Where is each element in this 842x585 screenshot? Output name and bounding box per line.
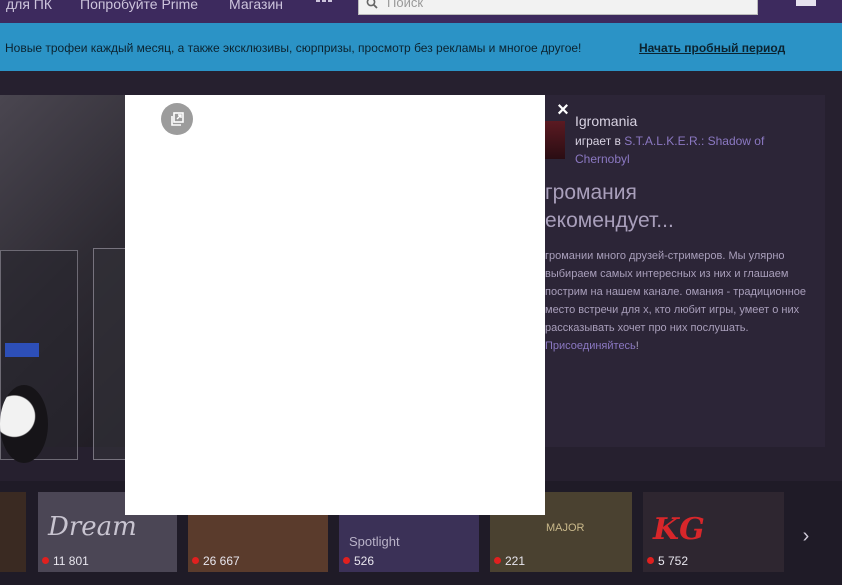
more-dots-icon[interactable] <box>316 0 332 2</box>
promo-text: Новые трофеи каждый месяц, а также экскл… <box>5 41 582 55</box>
start-trial-link[interactable]: Начать пробный период <box>639 41 785 55</box>
recommend-title: громания екомендует... <box>545 179 745 235</box>
live-dot-icon <box>42 557 49 564</box>
live-dot-icon <box>192 557 199 564</box>
join-link[interactable]: Присоединяйтесь <box>545 340 636 352</box>
thumbnail-caption: MAJOR <box>546 522 585 534</box>
video-character-graphic <box>0 385 48 463</box>
viewer-count: 5 752 <box>647 554 688 568</box>
video-frame-graphic <box>5 343 39 357</box>
search-input[interactable] <box>387 0 747 14</box>
playing-line: играет в S.T.A.L.K.E.R.: Shadow of Chern… <box>575 132 785 168</box>
popout-icon <box>171 112 184 126</box>
thumbnail-caption: KG <box>653 512 705 547</box>
channel-info-panel: Igromania играет в S.T.A.L.K.E.R.: Shado… <box>545 95 825 447</box>
live-dot-icon <box>343 557 350 564</box>
search-box <box>358 0 758 15</box>
top-navigation: для ПК Попробуйте Prime Магазин <box>0 0 842 23</box>
join-suffix: ! <box>635 340 639 352</box>
recommend-title-line: екомендует... <box>545 209 674 232</box>
playing-prefix: играет в <box>575 134 625 148</box>
nav-item-prime[interactable]: Попробуйте Prime <box>80 0 198 14</box>
nav-item-pc[interactable]: для ПК <box>6 0 52 14</box>
thumbnail-caption: Spotlight <box>349 534 400 549</box>
recommend-title-line: громания <box>545 181 637 204</box>
thumbnail-partial[interactable] <box>0 492 26 572</box>
viewer-count: 221 <box>494 554 525 568</box>
channel-thumbnail[interactable]: KG 5 752 <box>643 492 784 572</box>
video-modal <box>125 95 545 515</box>
popout-button[interactable] <box>161 103 193 135</box>
recommend-body-text: громании много друзей-стримеров. Мы уляр… <box>545 250 807 334</box>
recommend-description: громании много друзей-стримеров. Мы уляр… <box>545 247 810 355</box>
next-arrow-icon[interactable]: › <box>796 525 816 549</box>
viewer-count: 526 <box>343 554 374 568</box>
viewer-count: 11 801 <box>42 554 89 568</box>
search-icon <box>366 0 378 9</box>
live-dot-icon <box>647 557 654 564</box>
prime-promo-bar: Новые трофеи каждый месяц, а также экскл… <box>0 23 842 71</box>
nav-item-store[interactable]: Магазин <box>229 0 283 14</box>
channel-avatar[interactable] <box>545 121 565 159</box>
viewer-count: 26 667 <box>192 554 240 568</box>
channel-name[interactable]: Igromania <box>575 113 637 129</box>
thumbnail-caption: Dream <box>48 512 137 542</box>
close-modal-button[interactable]: × <box>553 100 573 120</box>
live-dot-icon <box>494 557 501 564</box>
user-menu-icon[interactable] <box>796 0 816 6</box>
